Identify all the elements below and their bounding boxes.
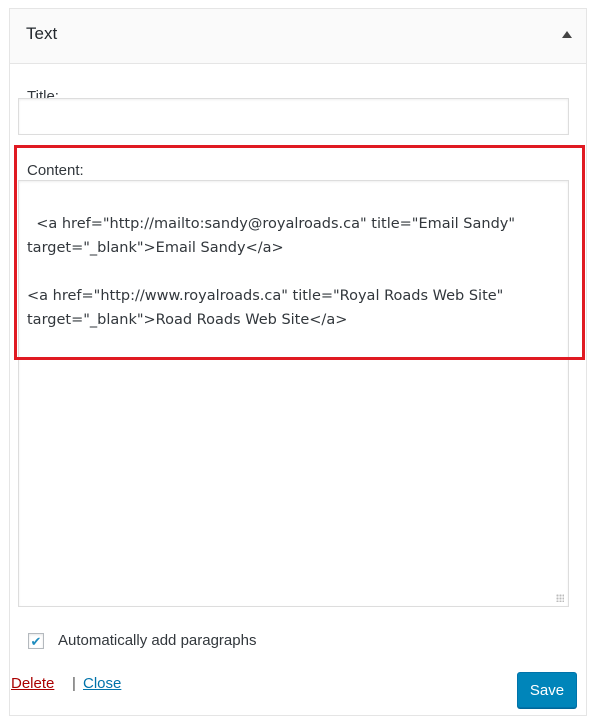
resize-grip-icon[interactable] [556, 594, 564, 602]
content-textarea[interactable]: <a href="http://mailto:sandy@royalroads.… [18, 180, 569, 607]
content-text: <a href="http://mailto:sandy@royalroads.… [27, 216, 516, 328]
widget-header[interactable]: Text [10, 9, 586, 64]
action-separator: | [72, 675, 76, 692]
collapse-arrow-icon[interactable] [562, 31, 572, 38]
content-label: Content: [27, 162, 84, 179]
checkmark-icon: ✔ [30, 633, 42, 649]
title-input[interactable] [18, 98, 569, 135]
autop-checkbox[interactable]: ✔ [28, 633, 44, 649]
widget-title: Text [26, 24, 58, 43]
autop-label: Automatically add paragraphs [58, 632, 257, 649]
delete-link[interactable]: Delete [11, 675, 54, 692]
close-link[interactable]: Close [83, 675, 121, 692]
save-button[interactable]: Save [517, 672, 577, 708]
